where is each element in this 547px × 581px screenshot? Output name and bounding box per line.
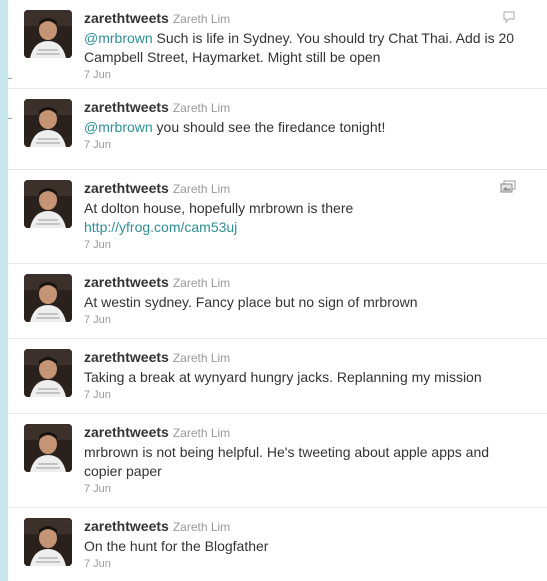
tweet-item[interactable]: zarethtweets Zareth Lim Taking a break at… [8, 339, 547, 414]
screen-name[interactable]: zarethtweets [84, 180, 169, 196]
tweet-body: At dolton house, hopefully mrbrown is th… [84, 200, 354, 216]
tweet-text: At dolton house, hopefully mrbrown is th… [84, 199, 524, 237]
tweet-text: mrbrown is not being helpful. He's tweet… [84, 443, 524, 481]
photo-icon[interactable] [500, 180, 516, 199]
screen-name[interactable]: zarethtweets [84, 349, 169, 365]
avatar[interactable] [24, 180, 72, 228]
timestamp[interactable]: 7 Jun [84, 483, 524, 495]
full-name: Zareth Lim [172, 276, 231, 290]
avatar[interactable] [24, 424, 72, 472]
full-name: Zareth Lim [172, 351, 231, 365]
tweet-item[interactable]: zarethtweets Zareth Lim At westin sydney.… [8, 264, 547, 339]
photo-link[interactable]: http://yfrog.com/cam53uj [84, 219, 237, 235]
full-name: Zareth Lim [172, 520, 231, 534]
full-name: Zareth Lim [172, 101, 231, 115]
avatar[interactable] [24, 518, 72, 566]
timestamp[interactable]: 7 Jun [84, 558, 524, 570]
tweet-body: mrbrown is not being helpful. He's tweet… [84, 444, 490, 479]
full-name: Zareth Lim [172, 12, 231, 26]
tweet-body: Taking a break at wynyard hungry jacks. … [84, 369, 482, 385]
screen-name[interactable]: zarethtweets [84, 424, 169, 440]
avatar[interactable] [24, 99, 72, 147]
tweet-text: Taking a break at wynyard hungry jacks. … [84, 368, 524, 387]
screen-name[interactable]: zarethtweets [84, 518, 169, 534]
tweet-timeline: zarethtweets Zareth Lim @mrbrown Such is … [7, 0, 547, 581]
screen-name[interactable]: zarethtweets [84, 10, 169, 26]
tweet-body: On the hunt for the Blogfather [84, 538, 269, 554]
tweet-item[interactable]: zarethtweets Zareth Lim mrbrown is not be… [8, 414, 547, 508]
tweet-text: @mrbrown you should see the firedance to… [84, 118, 524, 137]
tweet-item[interactable]: zarethtweets Zareth Lim @mrbrown you shou… [8, 89, 547, 170]
screen-name[interactable]: zarethtweets [84, 274, 169, 290]
tweet-text: On the hunt for the Blogfather [84, 537, 524, 556]
screen-name[interactable]: zarethtweets [84, 99, 169, 115]
mention-link[interactable]: @mrbrown [84, 119, 153, 135]
tweet-text: @mrbrown Such is life in Sydney. You sho… [84, 29, 524, 67]
speech-bubble-icon[interactable] [502, 10, 516, 29]
avatar[interactable] [24, 274, 72, 322]
timestamp[interactable]: 7 Jun [84, 239, 524, 251]
tweet-text: At westin sydney. Fancy place but no sig… [84, 293, 524, 312]
full-name: Zareth Lim [172, 426, 231, 440]
mention-link[interactable]: @mrbrown [84, 30, 153, 46]
tweet-item[interactable]: zarethtweets Zareth Lim On the hunt for t… [8, 508, 547, 581]
tweet-body: At westin sydney. Fancy place but no sig… [84, 294, 418, 310]
tweet-item[interactable]: zarethtweets Zareth Lim @mrbrown Such is … [8, 0, 547, 89]
timestamp[interactable]: 7 Jun [84, 389, 524, 401]
avatar[interactable] [24, 349, 72, 397]
tweet-body: you should see the firedance tonight! [152, 119, 386, 135]
timestamp[interactable]: 7 Jun [84, 314, 524, 326]
timestamp[interactable]: 7 Jun [84, 69, 524, 81]
avatar[interactable] [24, 10, 72, 58]
full-name: Zareth Lim [172, 182, 231, 196]
timestamp[interactable]: 7 Jun [84, 139, 524, 151]
tweet-item[interactable]: zarethtweets Zareth Lim At dolton house, … [8, 170, 547, 264]
